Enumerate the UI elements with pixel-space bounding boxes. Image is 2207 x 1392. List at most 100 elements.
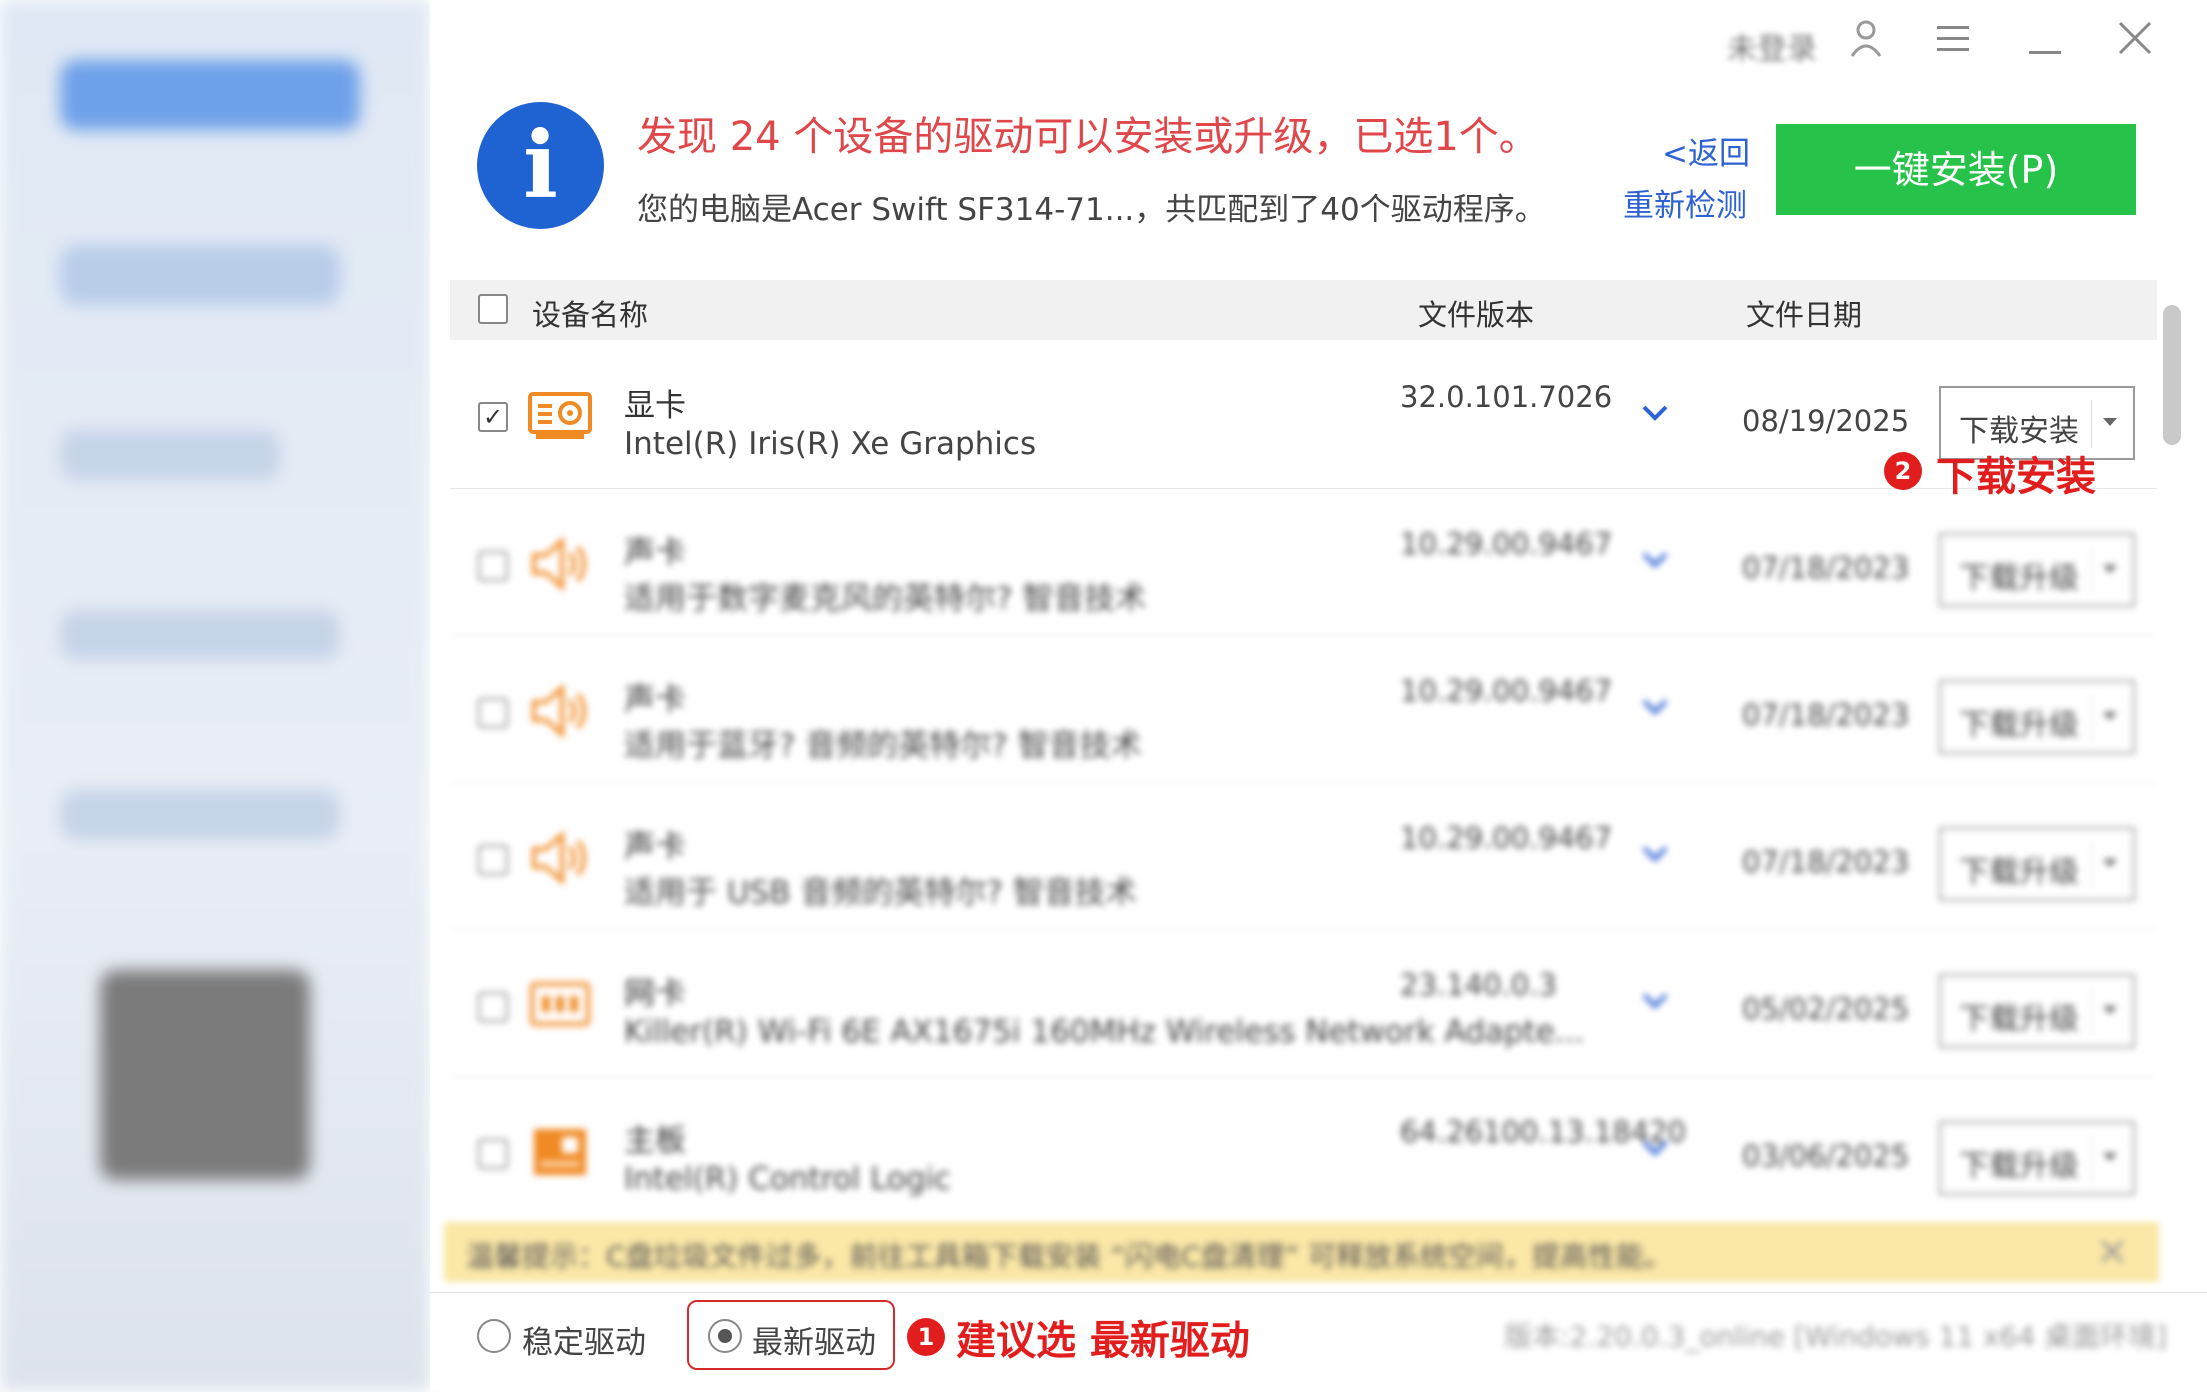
- dropdown-arrow-icon[interactable]: [2103, 1006, 2117, 1014]
- device-description: 适用于 USB 音频的英特尔? 智音技术: [624, 875, 1137, 911]
- table-row[interactable]: 主板 Intel(R) Control Logic 64.26100.13.18…: [450, 1077, 2157, 1223]
- driver-date: 07/18/2023: [1742, 551, 1910, 585]
- network-card-icon: [530, 982, 590, 1026]
- row-checkbox[interactable]: [478, 1139, 508, 1169]
- tip-text: 温馨提示：C盘垃圾文件过多，前往工具箱下载安装 “闪电C盘清理” 可释放系统空间…: [466, 1240, 1672, 1273]
- title-bar: 未登录: [1607, 0, 2207, 90]
- device-category: 显卡: [624, 388, 686, 424]
- sidebar-item-blurred: [60, 245, 340, 305]
- dropdown-separator: [2091, 400, 2092, 448]
- download-upgrade-button[interactable]: 下载升级: [1939, 974, 2135, 1048]
- driver-date: 05/02/2025: [1742, 992, 1910, 1026]
- one-click-install-button[interactable]: 一键安装(P): [1776, 124, 2136, 215]
- device-category: 声卡: [624, 682, 686, 718]
- download-upgrade-button[interactable]: 下载升级: [1939, 1121, 2135, 1195]
- sidebar-item-blurred: [60, 60, 360, 130]
- download-upgrade-button[interactable]: 下载升级: [1939, 680, 2135, 754]
- user-icon[interactable]: [1849, 18, 1883, 70]
- download-upgrade-button[interactable]: 下载升级: [1939, 533, 2135, 607]
- login-status[interactable]: 未登录: [1727, 24, 1817, 68]
- sidebar-item-blurred: [60, 610, 340, 660]
- device-category: 网卡: [624, 976, 686, 1012]
- download-upgrade-button[interactable]: 下载升级: [1939, 827, 2135, 901]
- device-description: 适用于数字麦克风的英特尔? 智音技术: [624, 581, 1147, 617]
- table-row[interactable]: 声卡 适用于蓝牙? 音频的英特尔? 智音技术 10.29.00.9467 07/…: [450, 636, 2157, 783]
- driver-version: 23.140.0.3: [1400, 968, 1557, 1002]
- chevron-down-icon[interactable]: [1640, 1133, 1670, 1163]
- row-checkbox[interactable]: [478, 698, 508, 728]
- table-row[interactable]: 声卡 适用于 USB 音频的英特尔? 智音技术 10.29.00.9467 07…: [450, 783, 2157, 930]
- speaker-icon: [532, 684, 586, 738]
- dropdown-arrow-icon[interactable]: [2103, 712, 2117, 720]
- column-header-name[interactable]: 设备名称: [532, 292, 648, 334]
- chevron-down-icon[interactable]: [1640, 398, 1670, 428]
- back-link[interactable]: <返回: [1662, 128, 1750, 173]
- close-icon[interactable]: [2117, 18, 2153, 70]
- scan-result-subtitle: 您的电脑是Acer Swift SF314-71...，共匹配到了40个驱动程序…: [637, 192, 1546, 228]
- table-row[interactable]: 网卡 Killer(R) Wi-Fi 6E AX1675i 160MHz Wir…: [450, 930, 2157, 1077]
- dropdown-separator: [2091, 694, 2092, 742]
- driver-version: 10.29.00.9467: [1400, 674, 1613, 708]
- latest-driver-highlight: [687, 1300, 895, 1370]
- step-1-badge: 1: [907, 1318, 945, 1356]
- dropdown-arrow-icon[interactable]: [2103, 1153, 2117, 1161]
- version-text: 版本:2.20.0.3_online [Windows 11 x64 桌面环境]: [1504, 1320, 2167, 1353]
- download-button-label: 下载升级: [1959, 855, 2079, 890]
- driver-date: 07/18/2023: [1742, 698, 1910, 732]
- menu-icon[interactable]: [1935, 18, 1971, 70]
- sidebar-item-blurred: [60, 790, 340, 840]
- device-category: 主板: [624, 1123, 686, 1159]
- chevron-down-icon[interactable]: [1640, 839, 1670, 869]
- graphics-card-icon: [528, 392, 592, 439]
- step-2-badge: 2: [1884, 452, 1922, 490]
- driver-version: 10.29.00.9467: [1400, 821, 1613, 855]
- device-description: Intel(R) Control Logic: [624, 1161, 952, 1197]
- device-category: 声卡: [624, 829, 686, 865]
- tip-close-icon[interactable]: ×: [2095, 1228, 2129, 1274]
- download-button-label: 下载升级: [1959, 561, 2079, 596]
- row-checkbox[interactable]: [478, 551, 508, 581]
- device-description: Killer(R) Wi-Fi 6E AX1675i 160MHz Wirele…: [624, 1014, 1585, 1050]
- table-row[interactable]: 声卡 适用于数字麦克风的英特尔? 智音技术 10.29.00.9467 07/1…: [450, 489, 2157, 636]
- row-checkbox[interactable]: [478, 992, 508, 1022]
- device-description: 适用于蓝牙? 音频的英特尔? 智音技术: [624, 728, 1142, 764]
- dropdown-separator: [2091, 988, 2092, 1036]
- device-description: Intel(R) Iris(R) Xe Graphics: [624, 426, 1037, 462]
- speaker-icon: [532, 831, 586, 885]
- stable-driver-label[interactable]: 稳定驱动: [522, 1317, 646, 1362]
- step-1-annotation: 建议选 最新驱动: [956, 1318, 1250, 1364]
- chevron-down-icon[interactable]: [1640, 692, 1670, 722]
- stable-driver-radio[interactable]: [477, 1319, 511, 1353]
- app-sidebar: [0, 0, 430, 1391]
- column-header-version[interactable]: 文件版本: [1418, 292, 1534, 334]
- table-header: 设备名称 文件版本 文件日期: [450, 280, 2157, 340]
- column-header-date[interactable]: 文件日期: [1746, 292, 1862, 334]
- dropdown-arrow-icon[interactable]: [2103, 565, 2117, 573]
- driver-version: 10.29.00.9467: [1400, 527, 1613, 561]
- info-icon: i: [477, 102, 604, 229]
- row-checkbox[interactable]: ✓: [478, 402, 508, 432]
- device-category: 声卡: [624, 535, 686, 571]
- dropdown-arrow-icon[interactable]: [2103, 859, 2117, 867]
- scan-result-title: 发现 24 个设备的驱动可以安装或升级，已选1个。: [637, 114, 1539, 160]
- dropdown-arrow-icon[interactable]: [2103, 418, 2117, 426]
- minimize-icon[interactable]: [2027, 18, 2063, 70]
- driver-date: 07/18/2023: [1742, 845, 1910, 879]
- chevron-down-icon[interactable]: [1640, 986, 1670, 1016]
- dropdown-separator: [2091, 1135, 2092, 1183]
- qr-code-blurred: [100, 970, 310, 1180]
- driver-date: 08/19/2025: [1742, 404, 1910, 438]
- sidebar-item-blurred: [60, 430, 280, 480]
- rescan-link[interactable]: 重新检测: [1623, 180, 1747, 225]
- row-checkbox[interactable]: [478, 845, 508, 875]
- download-button-label: 下载升级: [1959, 1149, 2079, 1184]
- download-button-label: 下载升级: [1959, 708, 2079, 743]
- driver-version: 32.0.101.7026: [1400, 380, 1613, 414]
- driver-install-panel: 未登录 i 发现 24 个设备的驱动可以安装或升级，已选1个。 您的电脑是Ace…: [430, 0, 2207, 1391]
- dropdown-separator: [2091, 841, 2092, 889]
- list-scrollbar[interactable]: [2163, 305, 2181, 445]
- chevron-down-icon[interactable]: [1640, 545, 1670, 575]
- step-2-annotation: 下载安装: [1936, 454, 2096, 500]
- select-all-checkbox[interactable]: [478, 294, 508, 324]
- driver-date: 03/06/2025: [1742, 1139, 1910, 1173]
